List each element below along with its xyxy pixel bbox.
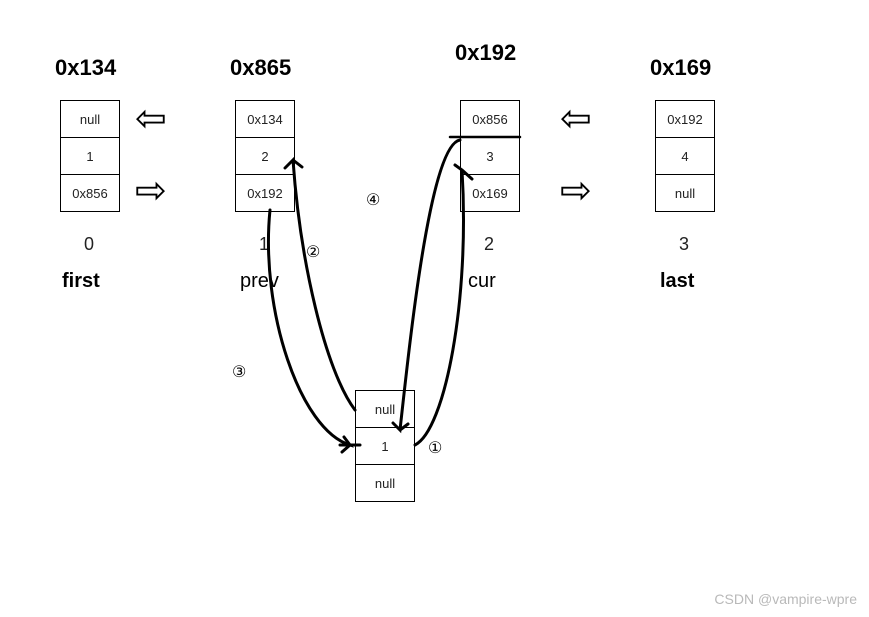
node-3-val: 4: [656, 138, 714, 175]
connector-overlay: [0, 0, 869, 617]
new-node-prev: null: [356, 391, 414, 428]
node-1-prev: 0x134: [236, 101, 294, 138]
role-cur: cur: [468, 270, 496, 293]
node-2-next: 0x169: [461, 175, 519, 211]
new-node-next: null: [356, 465, 414, 501]
node-2-val: 3: [461, 138, 519, 175]
node-3-next: null: [656, 175, 714, 211]
role-first: first: [62, 270, 100, 293]
node-box-3: 0x192 4 null: [655, 100, 715, 212]
node-box-2: 0x856 3 0x169: [460, 100, 520, 212]
index-label-3: 3: [679, 234, 689, 255]
node-1-next: 0x192: [236, 175, 294, 211]
arrow-right-icon: ⇨: [560, 172, 592, 210]
index-label-0: 0: [84, 234, 94, 255]
arrow-left-icon: ⇦: [560, 100, 592, 138]
node-2-prev: 0x856: [461, 101, 519, 138]
index-label-1: 1: [259, 234, 269, 255]
node-box-0: null 1 0x856: [60, 100, 120, 212]
index-label-2: 2: [484, 234, 494, 255]
node-1-val: 2: [236, 138, 294, 175]
node-address-1: 0x865: [230, 55, 291, 81]
node-box-1: 0x134 2 0x192: [235, 100, 295, 212]
step-label-1: ①: [428, 438, 442, 458]
node-address-2: 0x192: [455, 40, 516, 66]
arrow-left-icon: ⇦: [135, 100, 167, 138]
new-node-box: null 1 null: [355, 390, 415, 502]
node-3-prev: 0x192: [656, 101, 714, 138]
step-label-2: ②: [306, 242, 320, 262]
arrow-right-icon: ⇨: [135, 172, 167, 210]
new-node-val: 1: [356, 428, 414, 465]
node-0-val: 1: [61, 138, 119, 175]
watermark-label: CSDN @vampire-wpre: [714, 591, 857, 607]
node-address-0: 0x134: [55, 55, 116, 81]
node-address-3: 0x169: [650, 55, 711, 81]
role-last: last: [660, 270, 694, 293]
node-0-next: 0x856: [61, 175, 119, 211]
node-0-prev: null: [61, 101, 119, 138]
role-prev: prev: [240, 270, 279, 293]
step-label-3: ③: [232, 362, 246, 382]
step-label-4: ④: [366, 190, 380, 210]
